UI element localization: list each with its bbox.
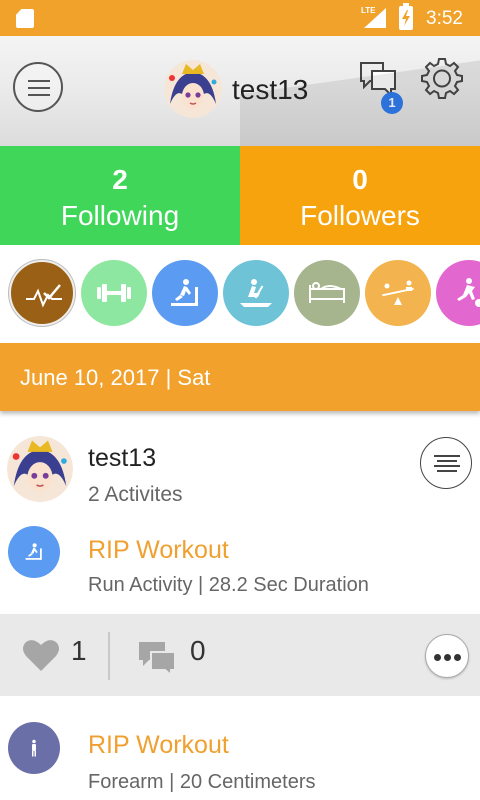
- avatar[interactable]: [164, 60, 222, 118]
- battery-icon: [399, 3, 413, 30]
- seesaw-icon: [382, 280, 414, 305]
- activity-subtitle: Run Activity | 28.2 Sec Duration: [88, 574, 369, 596]
- filter-strength[interactable]: [81, 260, 147, 326]
- heart-icon[interactable]: [22, 638, 60, 672]
- followers-label: Followers: [300, 200, 420, 231]
- filter-sleep[interactable]: [294, 260, 360, 326]
- following-label: Following: [60, 200, 180, 231]
- followers-stat[interactable]: 0 Followers: [240, 146, 480, 245]
- filter-all[interactable]: [9, 260, 75, 326]
- treadmill-icon: [171, 279, 198, 306]
- activity-subtitle: Forearm | 20 Centimeters: [88, 771, 316, 793]
- sleep-icon: [309, 282, 345, 303]
- profile-header: test13 1: [0, 36, 480, 146]
- activity-icon-measure: [8, 722, 60, 774]
- rowing-icon: [240, 279, 272, 307]
- post-username[interactable]: test13: [88, 444, 156, 473]
- following-stat[interactable]: 2 Following: [0, 146, 240, 245]
- clock: 3:52: [426, 8, 463, 29]
- filter-sport[interactable]: [436, 260, 480, 326]
- activity-filter-bar: [0, 245, 480, 343]
- signal-icon: [364, 8, 386, 28]
- treadmill-icon: [25, 543, 42, 560]
- dumbbell-icon: [97, 284, 131, 302]
- notification-badge: 1: [381, 92, 403, 114]
- post-options-button[interactable]: [420, 437, 472, 489]
- comment-icon[interactable]: [137, 638, 177, 676]
- header-username: test13: [232, 74, 309, 105]
- body-measure-icon: [32, 739, 36, 757]
- divider: [108, 632, 110, 680]
- more-button[interactable]: [425, 634, 469, 678]
- filter-rowing[interactable]: [223, 260, 289, 326]
- chat-icon[interactable]: [358, 58, 400, 98]
- check-pulse-icon: [26, 284, 62, 308]
- date-banner: June 10, 2017 | Sat: [0, 343, 480, 411]
- date-label: June 10, 2017 | Sat: [20, 365, 211, 390]
- like-count: 1: [71, 635, 87, 666]
- activity-title[interactable]: RIP Workout: [88, 731, 229, 760]
- soccer-icon: [457, 278, 480, 307]
- activity-icon-run: [8, 526, 60, 578]
- gear-icon[interactable]: [420, 56, 464, 100]
- following-count: 2: [112, 164, 128, 195]
- social-bar: 1 0: [0, 614, 480, 696]
- activity-title[interactable]: RIP Workout: [88, 536, 229, 565]
- filter-run[interactable]: [152, 260, 218, 326]
- activity-count: 2 Activites: [88, 483, 183, 506]
- post-avatar[interactable]: [7, 436, 73, 502]
- sd-card-icon: [16, 9, 34, 28]
- followers-count: 0: [352, 164, 368, 195]
- comment-count: 0: [190, 635, 206, 666]
- menu-button[interactable]: [13, 62, 63, 112]
- status-bar: LTE 3:52: [0, 0, 480, 36]
- filter-balance[interactable]: [365, 260, 431, 326]
